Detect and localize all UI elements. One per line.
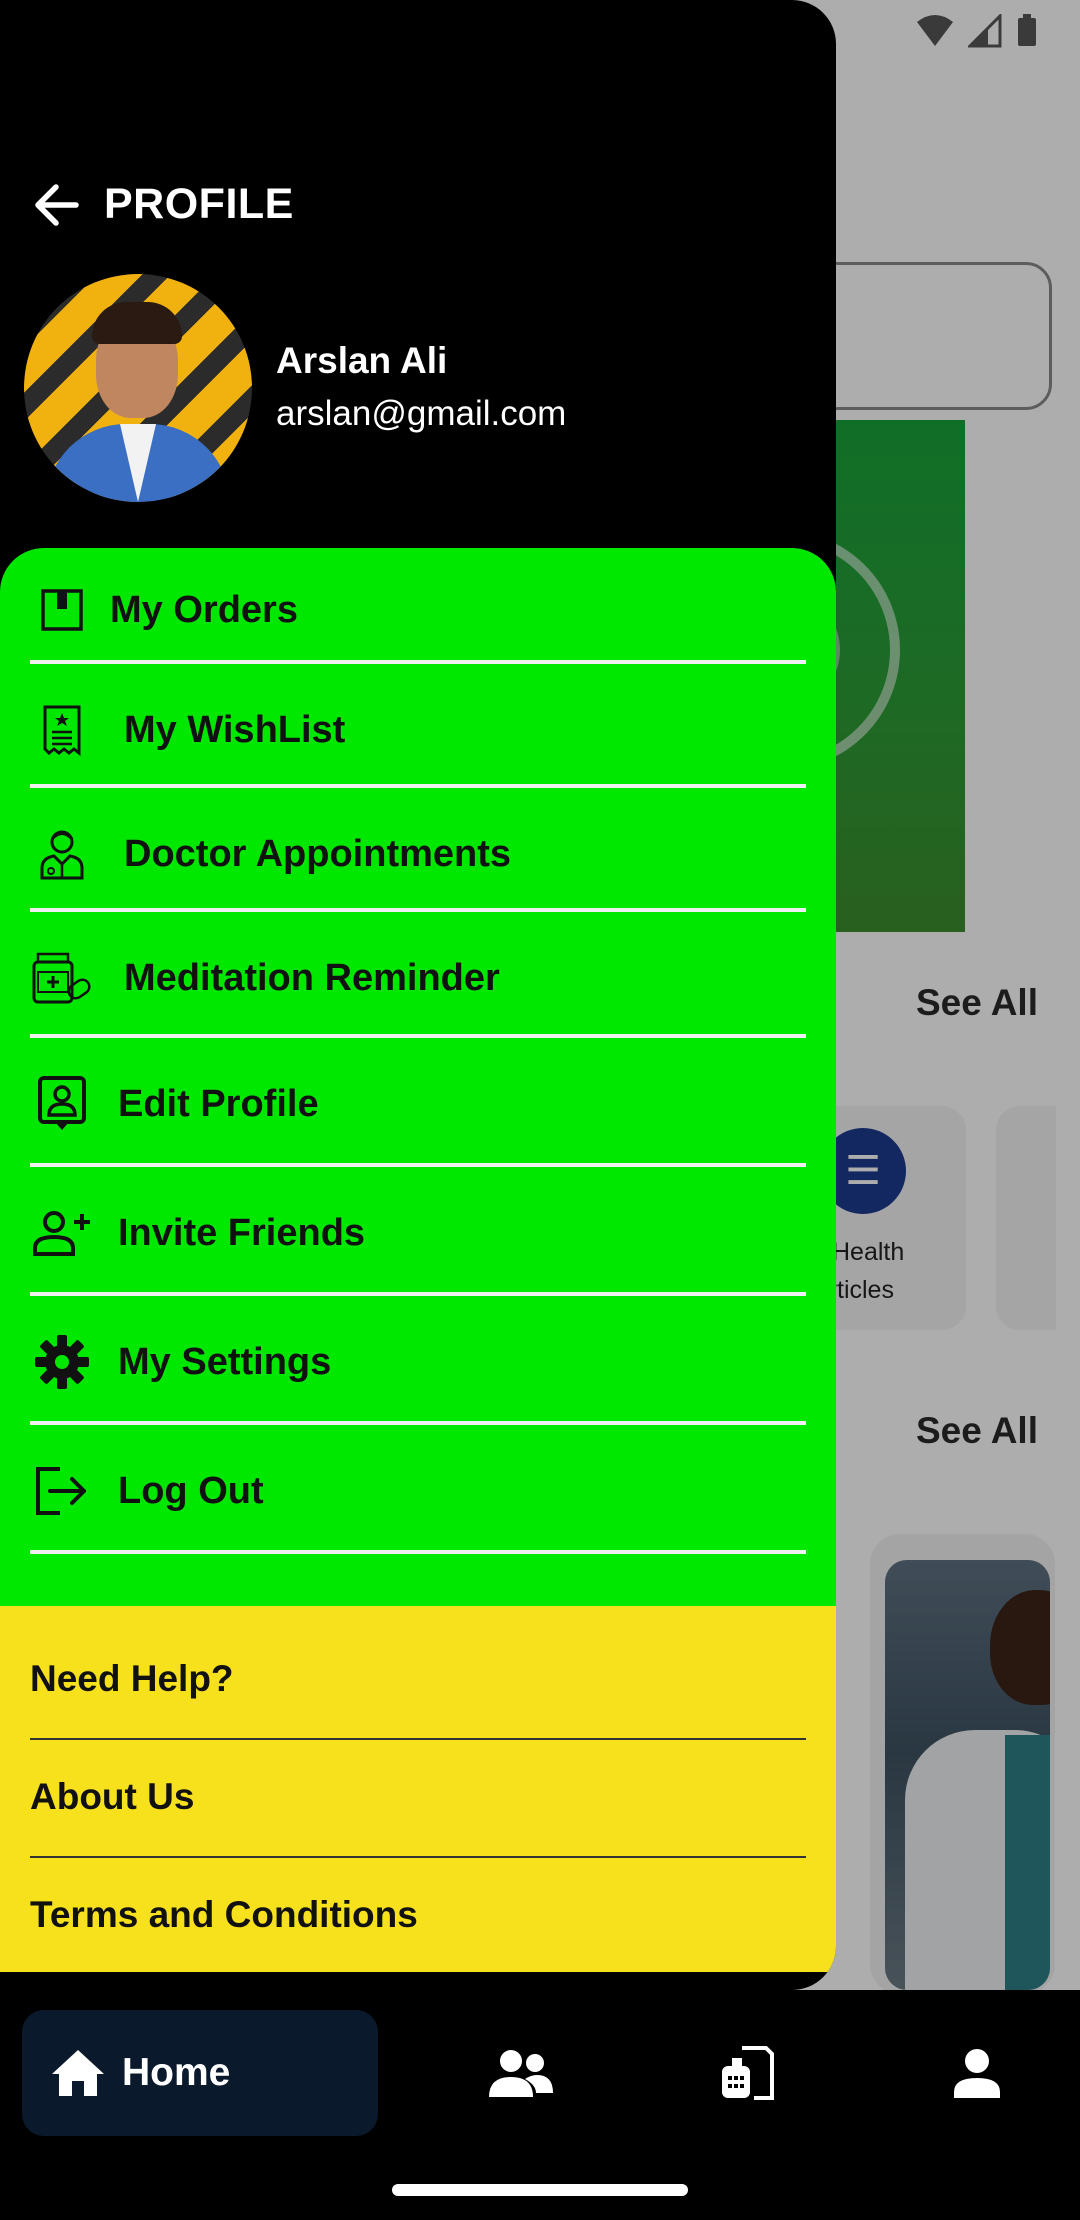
menu-item-my-orders[interactable]: My Orders — [30, 578, 806, 642]
menu-item-label: Doctor Appointments — [124, 832, 512, 875]
battery-icon — [1018, 14, 1036, 46]
wishlist-icon — [30, 698, 94, 762]
nav-home-label: Home — [122, 2051, 231, 2094]
drawer-header: PROFILE — [32, 180, 294, 229]
divider — [30, 908, 806, 912]
divider — [30, 1034, 806, 1038]
package-icon — [30, 578, 94, 642]
user-icon — [954, 2049, 1000, 2098]
menu-item-label: My Settings — [118, 1340, 332, 1383]
avatar[interactable] — [24, 274, 252, 502]
divider — [30, 1738, 806, 1740]
drawer-title: PROFILE — [104, 180, 294, 228]
menu-item-doctor-appointments[interactable]: Doctor Appointments — [30, 822, 806, 886]
menu-panel: My Orders My WishList Doctor Appointment… — [0, 548, 836, 1606]
menu-item-meditation-reminder[interactable]: Meditation Reminder — [30, 946, 806, 1010]
navigation-drawer: PROFILE Arslan Ali arslan@gmail.com My O… — [0, 0, 836, 1990]
menu-item-edit-profile[interactable]: Edit Profile — [30, 1072, 806, 1136]
about-us-link[interactable]: About Us — [30, 1776, 194, 1818]
profile-card-icon — [30, 1072, 94, 1136]
logout-icon — [30, 1459, 94, 1523]
nav-community-button[interactable] — [486, 2038, 556, 2108]
divider — [30, 1550, 806, 1554]
divider — [30, 660, 806, 664]
gear-icon — [30, 1330, 94, 1394]
pharmacy-icon — [722, 2046, 774, 2100]
doctor-icon — [30, 822, 94, 886]
help-panel: Need Help? About Us Terms and Conditions — [0, 1606, 836, 1972]
bottom-navigation: Home — [0, 1990, 1080, 2220]
menu-item-label: Edit Profile — [118, 1082, 319, 1125]
wifi-icon — [917, 15, 953, 46]
arrow-left-icon[interactable] — [32, 183, 80, 227]
medicine-icon — [30, 946, 94, 1010]
user-name: Arslan Ali — [276, 340, 448, 381]
menu-item-log-out[interactable]: Log Out — [30, 1459, 806, 1523]
divider — [30, 1856, 806, 1858]
status-bar — [916, 14, 1038, 48]
nav-home-button[interactable]: Home — [22, 2010, 378, 2136]
menu-item-label: Log Out — [118, 1469, 264, 1512]
add-user-icon — [30, 1201, 94, 1265]
divider — [30, 1421, 806, 1425]
menu-item-label: Invite Friends — [118, 1211, 366, 1254]
nav-profile-button[interactable] — [942, 2038, 1012, 2108]
menu-item-label: Meditation Reminder — [124, 956, 500, 999]
home-icon — [52, 2050, 104, 2096]
menu-item-my-wishlist[interactable]: My WishList — [30, 698, 806, 762]
divider — [30, 1292, 806, 1296]
gesture-bar — [392, 2184, 688, 2196]
menu-item-invite-friends[interactable]: Invite Friends — [30, 1201, 806, 1265]
signal-icon — [968, 14, 1002, 48]
nav-pharmacy-button[interactable] — [712, 2038, 782, 2108]
divider — [30, 784, 806, 788]
user-email: arslan@gmail.com — [276, 394, 567, 433]
menu-item-label: My WishList — [124, 708, 346, 751]
menu-item-label: My Orders — [110, 588, 298, 631]
menu-item-my-settings[interactable]: My Settings — [30, 1330, 806, 1394]
users-icon — [489, 2050, 553, 2097]
terms-link[interactable]: Terms and Conditions — [30, 1894, 418, 1936]
divider — [30, 1163, 806, 1167]
need-help-link[interactable]: Need Help? — [30, 1658, 234, 1700]
